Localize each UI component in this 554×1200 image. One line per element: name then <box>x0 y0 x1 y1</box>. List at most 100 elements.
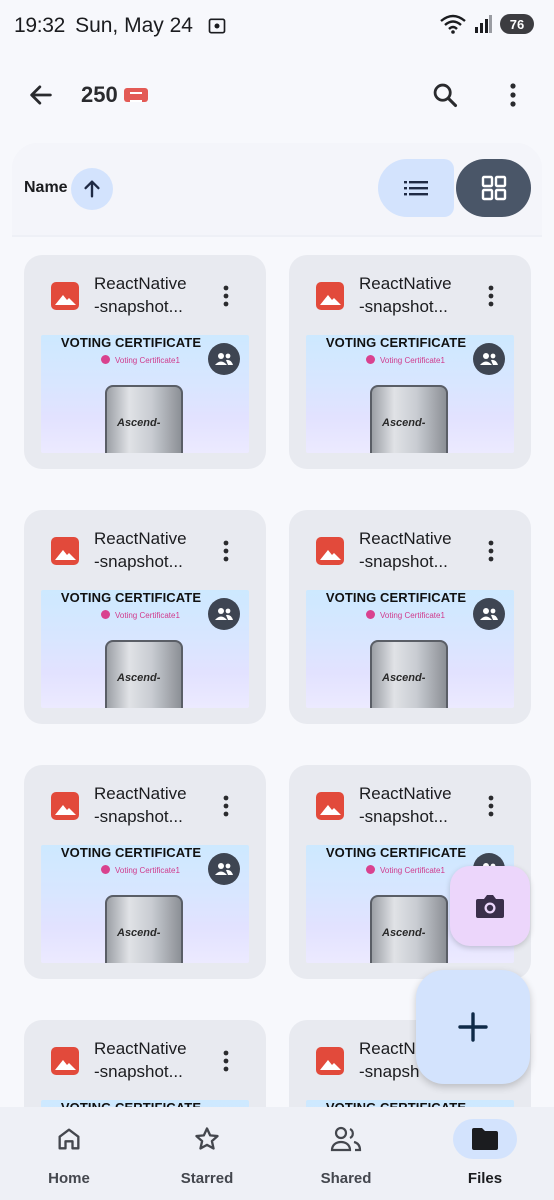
more-options-button[interactable] <box>494 76 532 114</box>
grid-view-button[interactable] <box>456 159 531 217</box>
image-file-icon <box>51 1047 79 1075</box>
more-vertical-icon <box>488 795 494 817</box>
nav-home[interactable]: Home <box>0 1107 138 1200</box>
more-vertical-icon <box>223 285 229 307</box>
thumbnail-title: VOTING CERTIFICATE <box>325 845 467 860</box>
more-vertical-icon <box>223 795 229 817</box>
image-file-icon <box>316 792 344 820</box>
image-file-icon <box>51 282 79 310</box>
sort-bar: Name <box>12 143 542 235</box>
back-button[interactable] <box>22 76 60 114</box>
file-more-button[interactable] <box>212 535 240 567</box>
status-time: 19:32 <box>14 14 66 37</box>
file-name-line2: -snapshot... <box>94 1062 183 1081</box>
badge-dot-icon <box>366 610 375 619</box>
more-vertical-icon <box>223 1050 229 1072</box>
file-more-button[interactable] <box>212 1045 240 1077</box>
people-icon <box>330 1126 362 1152</box>
more-vertical-icon <box>488 540 494 562</box>
file-thumbnail: VOTING CERTIFICATE Voting Certificate1 A… <box>41 845 249 963</box>
file-thumbnail: VOTING CERTIFICATE Voting Certificate1 A… <box>306 590 514 708</box>
shared-badge <box>473 598 505 630</box>
folder-icon <box>472 1128 498 1150</box>
nav-label: Shared <box>320 1170 372 1187</box>
screen-cast-icon <box>208 18 226 34</box>
arrow-up-icon <box>84 180 100 198</box>
nav-icon-container <box>314 1119 378 1159</box>
file-name: ReactNative -snapshot... <box>359 272 479 318</box>
file-card[interactable]: ReactNative -snapshot... VOTING CERTIFIC… <box>289 255 531 469</box>
file-name-line2: -snapshot... <box>94 297 183 316</box>
nav-label: Starred <box>180 1170 234 1187</box>
plus-icon <box>458 1012 488 1042</box>
device-label: Ascend- <box>117 417 161 429</box>
star-icon <box>195 1127 219 1150</box>
shared-badge <box>208 598 240 630</box>
sort-label[interactable]: Name <box>24 179 68 197</box>
back-arrow-icon <box>30 85 52 105</box>
file-more-button[interactable] <box>212 280 240 312</box>
people-icon <box>480 353 498 365</box>
shared-badge <box>473 343 505 375</box>
device-label: Ascend- <box>382 672 426 684</box>
home-icon <box>58 1128 80 1150</box>
thumbnail-subtitle: Voting Certificate1 <box>115 356 180 365</box>
file-name-line1: ReactNative <box>359 529 452 548</box>
thumbnail-title: VOTING CERTIFICATE <box>60 590 202 605</box>
thumbnail-subtitle: Voting Certificate1 <box>380 356 445 365</box>
signal-icon <box>475 15 492 33</box>
grid-view-icon <box>481 175 506 201</box>
nav-starred[interactable]: Starred <box>138 1107 276 1200</box>
search-button[interactable] <box>426 76 464 114</box>
file-thumbnail: VOTING CERTIFICATE Voting Certificate1 A… <box>41 590 249 708</box>
more-vertical-icon <box>223 540 229 562</box>
device-label: Ascend- <box>382 417 426 429</box>
file-name-line1: ReactNative <box>94 529 187 548</box>
people-icon <box>480 608 498 620</box>
file-card[interactable]: ReactNative -snapshot... VOTING CERTIFIC… <box>24 255 266 469</box>
file-name: ReactNative -snapshot... <box>359 527 479 573</box>
file-name-line2: -snapshot... <box>359 807 448 826</box>
file-thumbnail: VOTING CERTIFICATE Voting Certificate1 A… <box>41 335 249 453</box>
shared-badge <box>208 343 240 375</box>
file-more-button[interactable] <box>477 790 505 822</box>
folder-title: 250 <box>81 82 118 107</box>
list-view-button[interactable] <box>378 159 454 217</box>
new-button[interactable] <box>416 970 530 1084</box>
view-toggle <box>378 159 531 217</box>
file-name-line2: -snapshot... <box>359 297 448 316</box>
file-more-button[interactable] <box>477 535 505 567</box>
app-bar: 250 <box>0 62 554 128</box>
file-card[interactable]: ReactNative -snapshot... VOTING CERTIFIC… <box>24 765 266 979</box>
device-label: Ascend- <box>382 927 426 939</box>
nav-icon-container <box>453 1119 517 1159</box>
nav-files[interactable]: Files <box>416 1107 554 1200</box>
file-card[interactable]: ReactNative -snapshot... VOTING CERTIFIC… <box>24 510 266 724</box>
thumbnail-subtitle: Voting Certificate1 <box>380 866 445 875</box>
thumbnail-subtitle: Voting Certificate1 <box>115 866 180 875</box>
thumbnail-title: VOTING CERTIFICATE <box>60 845 202 860</box>
battery-icon: 76 <box>500 14 534 34</box>
thumbnail-title: VOTING CERTIFICATE <box>60 335 202 350</box>
file-thumbnail: VOTING CERTIFICATE Voting Certificate1 A… <box>306 335 514 453</box>
file-name-line1: ReactNative <box>94 274 187 293</box>
search-icon <box>433 83 458 108</box>
file-name-line1: ReactNative <box>94 1039 187 1058</box>
file-more-button[interactable] <box>212 790 240 822</box>
thumbnail-title: VOTING CERTIFICATE <box>325 590 467 605</box>
file-card[interactable]: ReactNative -snapshot... VOTING CERTIFIC… <box>289 510 531 724</box>
status-date: Sun, May 24 <box>75 14 193 37</box>
file-more-button[interactable] <box>477 280 505 312</box>
file-name-line2: -snapshot... <box>359 552 448 571</box>
image-file-icon <box>316 282 344 310</box>
file-name-line1: ReactNative <box>94 784 187 803</box>
file-name: ReactNative -snapshot... <box>359 782 479 828</box>
sort-direction-button[interactable] <box>71 168 113 210</box>
file-name-line2: -snapshot... <box>94 552 183 571</box>
people-icon <box>215 353 233 365</box>
file-name: ReactNative -snapshot... <box>94 527 214 573</box>
camera-scan-button[interactable] <box>450 866 530 946</box>
nav-shared[interactable]: Shared <box>277 1107 415 1200</box>
thumbnail-subtitle: Voting Certificate1 <box>380 611 445 620</box>
wifi-icon <box>440 14 466 34</box>
